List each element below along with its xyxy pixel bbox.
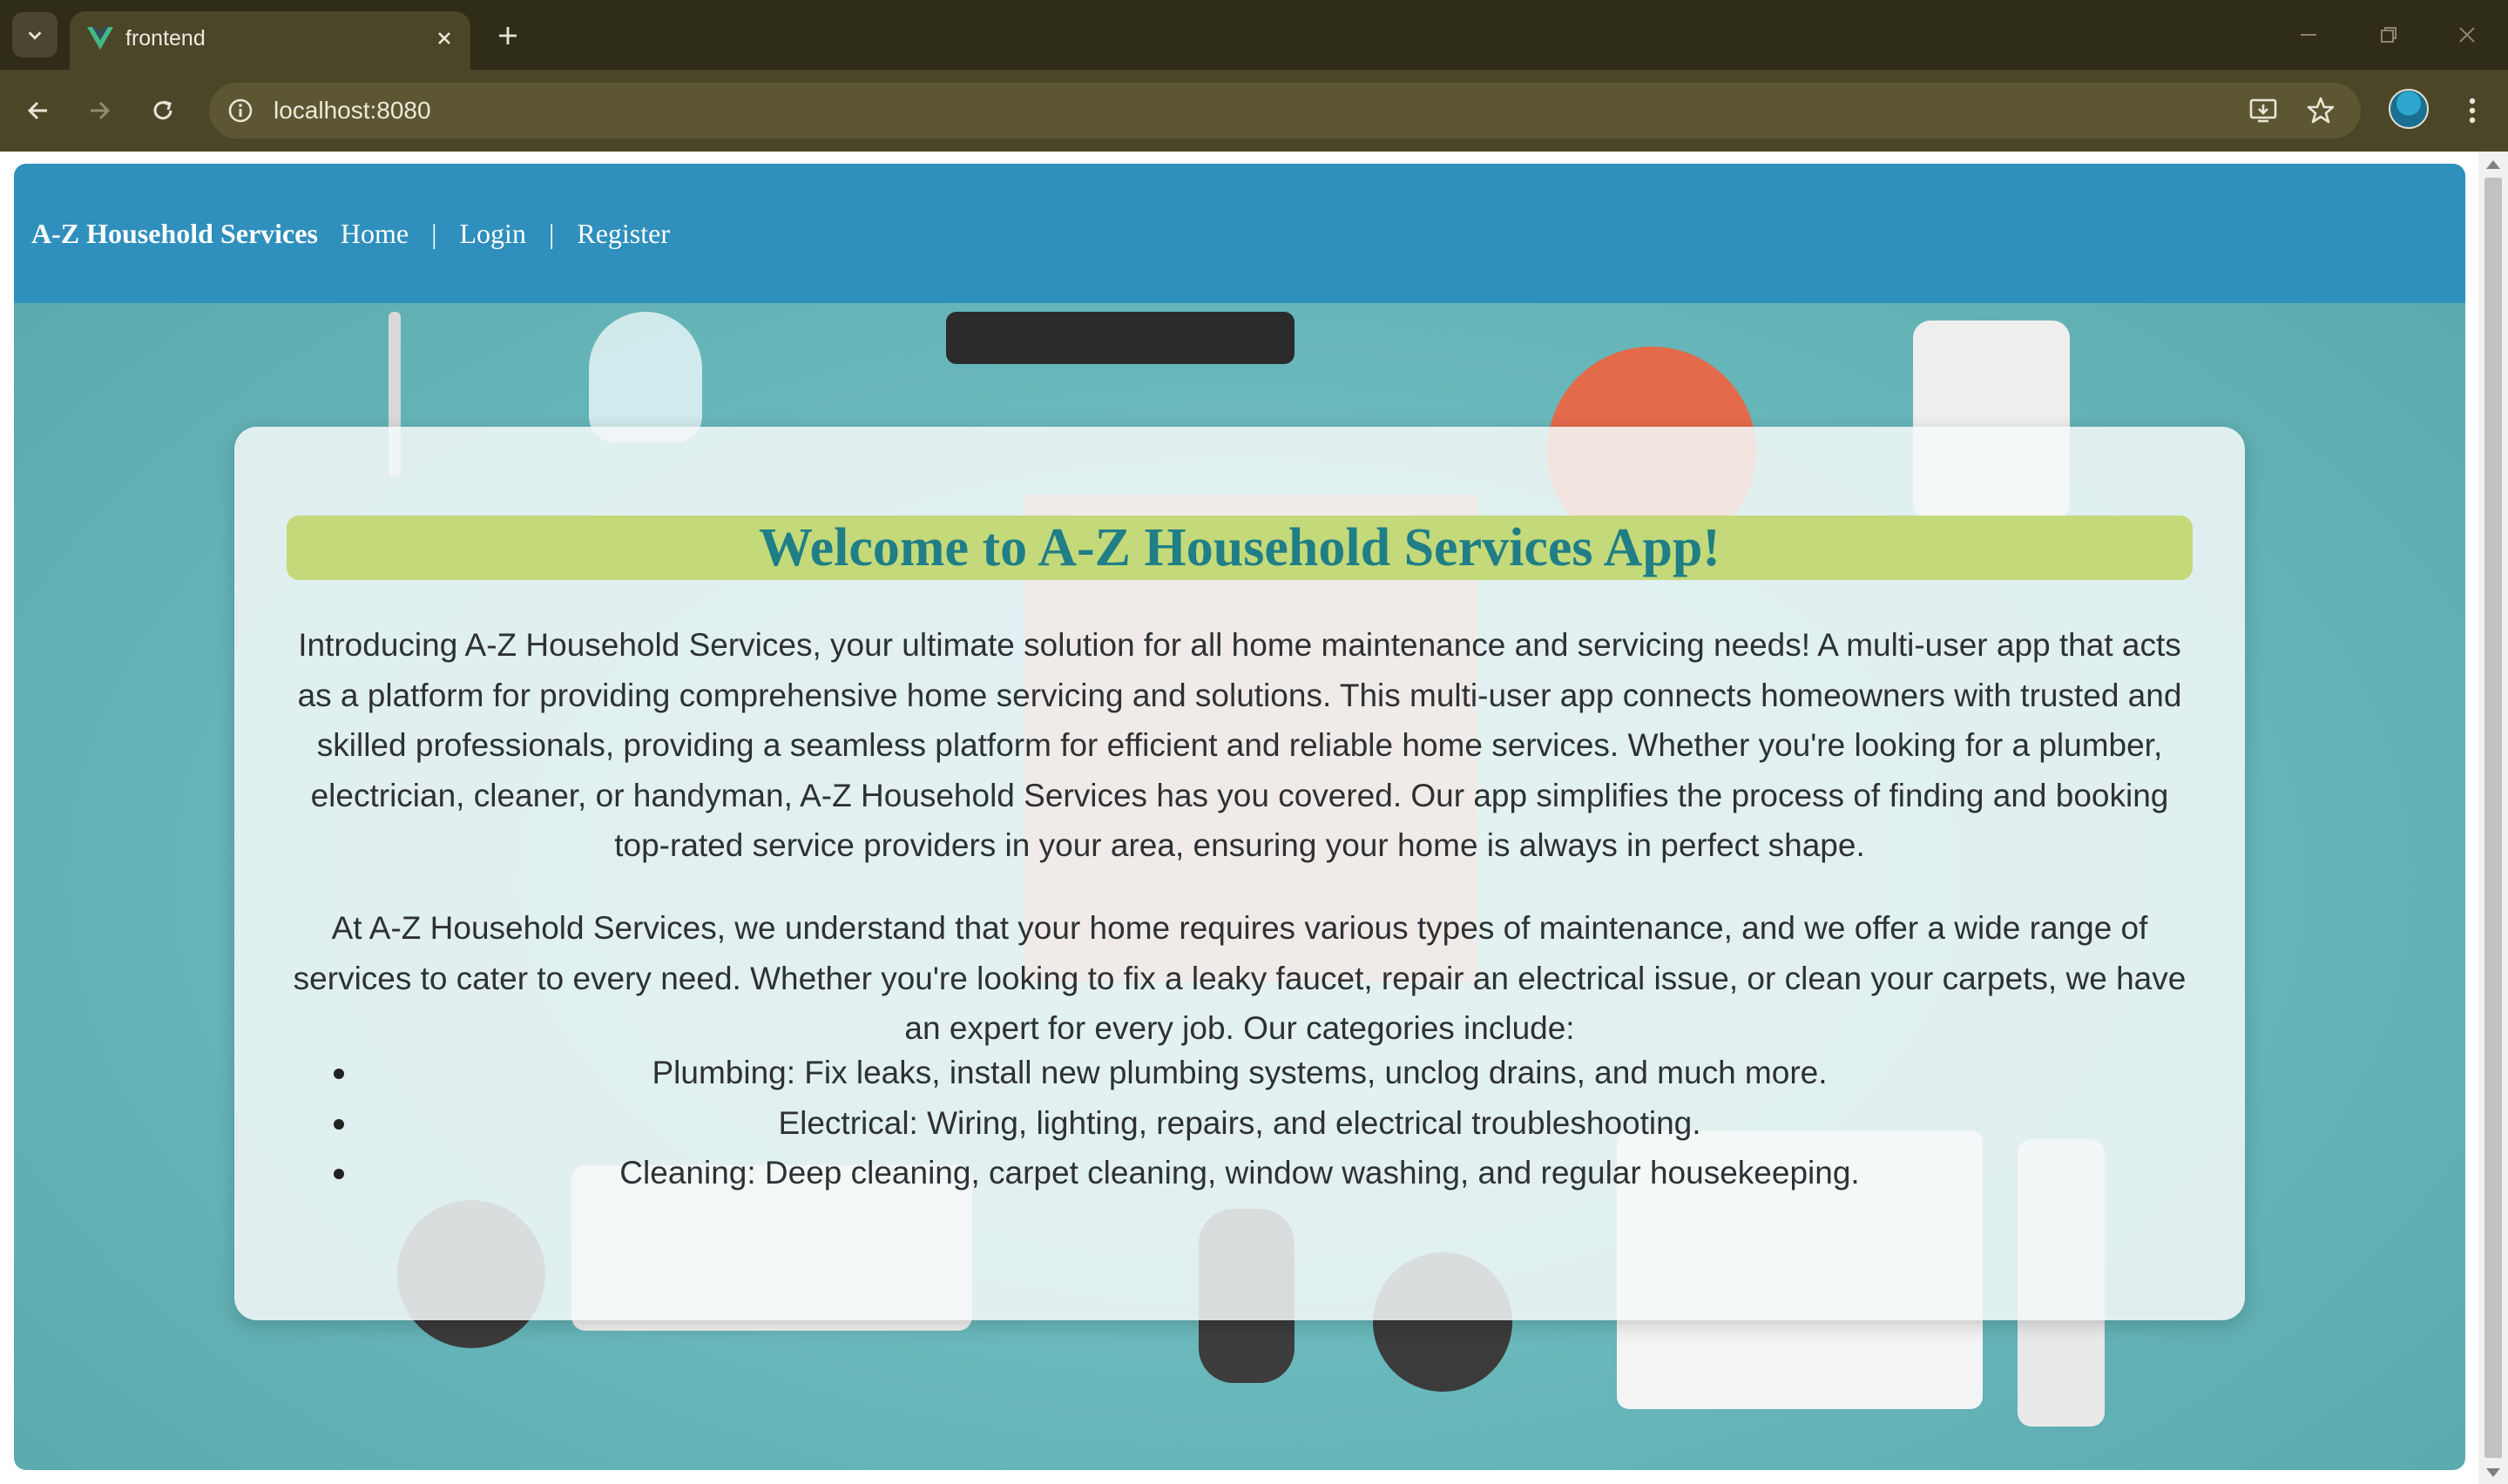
info-icon — [228, 98, 253, 123]
bookmark-button[interactable] — [2298, 88, 2343, 133]
new-tab-button[interactable] — [488, 16, 528, 56]
scroll-up-arrow[interactable] — [2486, 160, 2500, 169]
browser-tab-bar: frontend — [0, 0, 2508, 70]
nav-separator: | — [431, 217, 437, 249]
reload-icon — [153, 100, 172, 120]
arrow-right-icon — [91, 101, 111, 120]
intro-paragraph: Introducing A-Z Household Services, your… — [297, 627, 2182, 863]
more-vert-icon — [2469, 98, 2476, 124]
welcome-card: Welcome to A-Z Household Services App! I… — [234, 427, 2245, 1320]
install-icon — [2249, 98, 2277, 123]
category-electrical: Electrical: Wiring, lighting, repairs, a… — [778, 1104, 1701, 1141]
list-item: Electrical: Wiring, lighting, repairs, a… — [290, 1098, 2189, 1149]
category-plumbing: Plumbing: Fix leaks, install new plumbin… — [652, 1055, 1828, 1090]
browser-menu-button[interactable] — [2450, 88, 2495, 133]
site-navbar: A-Z Household Services Home | Login | Re… — [14, 164, 2465, 303]
address-bar[interactable]: localhost:8080 — [209, 83, 2361, 138]
page-viewport: A-Z Household Services Home | Login | Re… — [0, 152, 2508, 1484]
nav-separator: | — [548, 217, 555, 249]
list-item: Cleaning: Deep cleaning, carpet cleaning… — [290, 1148, 2189, 1198]
restore-icon — [2381, 27, 2396, 43]
restore-button[interactable] — [2363, 12, 2415, 57]
scroll-down-arrow[interactable] — [2486, 1468, 2500, 1477]
bullet — [334, 1169, 344, 1179]
close-icon — [438, 32, 450, 44]
plus-icon — [499, 27, 517, 44]
close-icon — [2459, 27, 2475, 43]
list-item: Plumbing: Fix leaks, install new plumbin… — [290, 1048, 2189, 1098]
flashlight-decoration — [946, 312, 1295, 364]
vue-logo-icon — [87, 27, 113, 50]
bullet — [334, 1069, 344, 1079]
browser-tab[interactable]: frontend — [70, 11, 470, 70]
scroll-thumb[interactable] — [2484, 178, 2502, 1458]
brand-link[interactable]: A-Z Household Services — [31, 218, 318, 250]
category-cleaning: Cleaning: Deep cleaning, carpet cleaning… — [619, 1155, 1860, 1191]
star-icon — [2307, 97, 2335, 124]
nav-link-login[interactable]: Login — [460, 218, 526, 250]
tab-title: frontend — [125, 26, 206, 51]
back-button[interactable] — [16, 88, 61, 133]
arrow-left-icon — [27, 101, 47, 120]
hero-background: A-Z Household Services Home | Login | Re… — [14, 164, 2465, 1470]
minimize-button[interactable] — [2282, 12, 2335, 57]
site-info-button[interactable] — [223, 93, 258, 128]
page-scrollbar[interactable] — [2478, 152, 2508, 1484]
reload-button[interactable] — [140, 88, 186, 133]
chevron-down-icon — [28, 31, 42, 40]
tab-search-button[interactable] — [12, 12, 57, 57]
bullet — [334, 1118, 344, 1130]
service-category-list: Plumbing: Fix leaks, install new plumbin… — [290, 1048, 2189, 1198]
nav-link-register[interactable]: Register — [577, 218, 670, 250]
profile-avatar[interactable] — [2389, 89, 2429, 129]
welcome-heading: Welcome to A-Z Household Services App! — [287, 516, 2193, 580]
categories-paragraph: At A-Z Household Services, we understand… — [293, 910, 2187, 1046]
browser-toolbar: localhost:8080 — [0, 70, 2508, 152]
forward-button[interactable] — [77, 88, 122, 133]
tab-close-button[interactable] — [427, 21, 462, 56]
install-app-button[interactable] — [2241, 88, 2286, 133]
close-window-button[interactable] — [2441, 12, 2493, 57]
minimize-icon — [2301, 34, 2316, 36]
light-bulb-decoration — [589, 312, 702, 442]
nav-link-home[interactable]: Home — [341, 218, 409, 250]
url-text[interactable]: localhost:8080 — [274, 83, 431, 138]
